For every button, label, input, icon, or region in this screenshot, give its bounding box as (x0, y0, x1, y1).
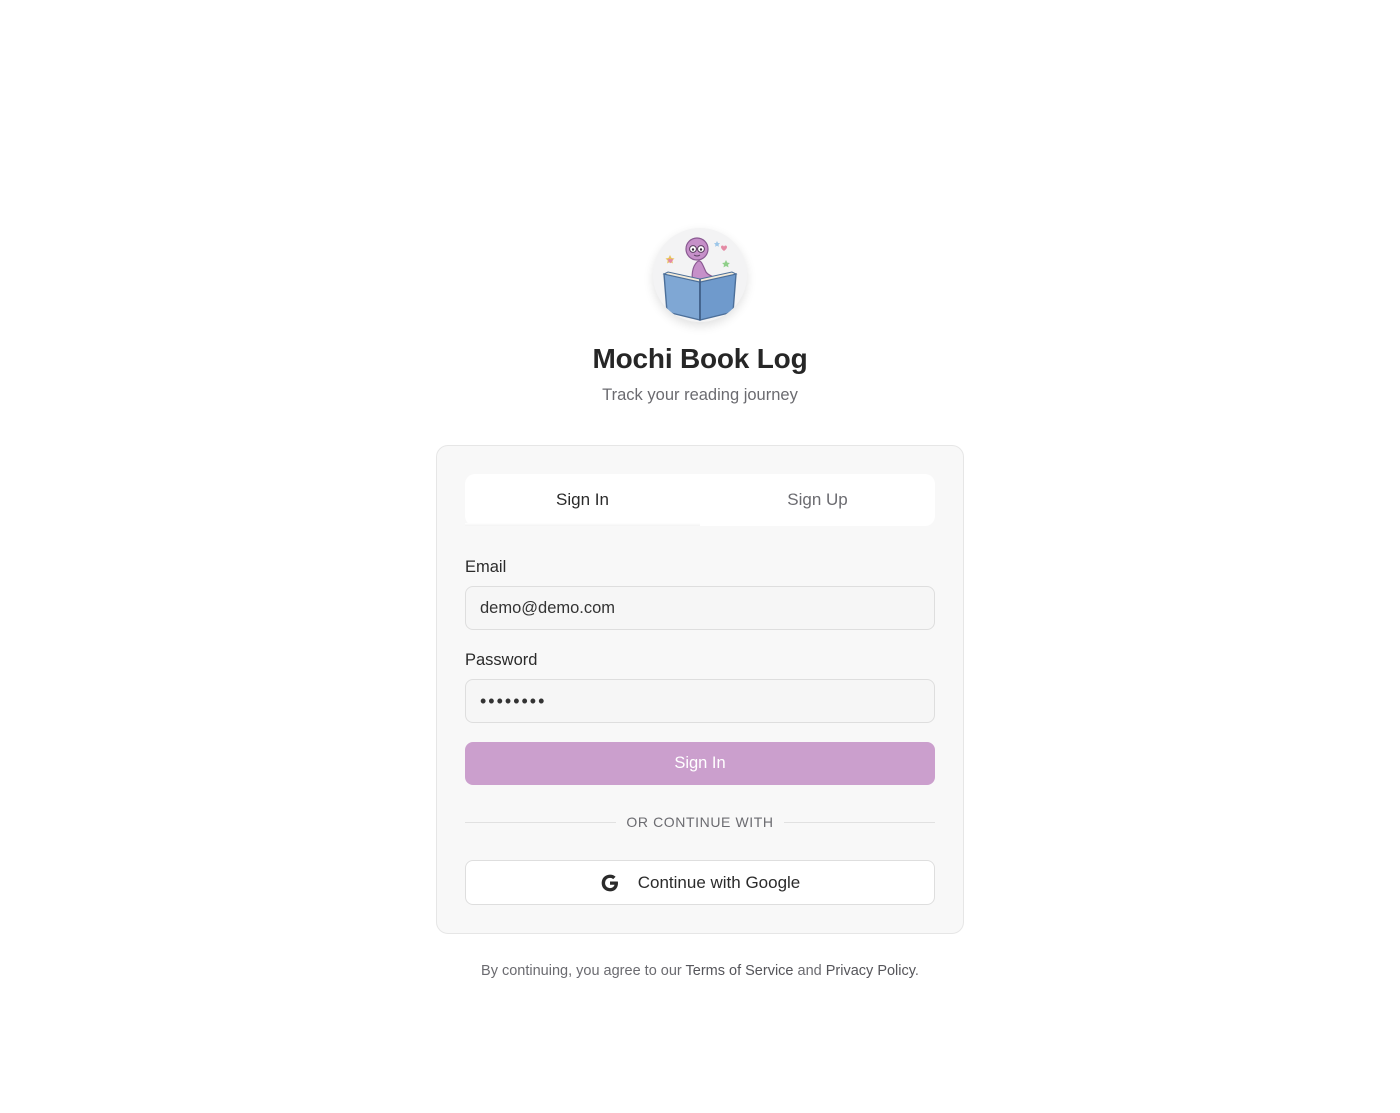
footer-suffix: . (914, 963, 919, 979)
password-field[interactable] (465, 679, 935, 723)
google-g-icon (600, 873, 620, 893)
google-button-label: Continue with Google (637, 872, 801, 892)
app-subtitle: Track your reading journey (602, 386, 798, 404)
legal-footer: By continuing, you agree to our Terms of… (0, 963, 1400, 979)
tab-sign-in[interactable]: Sign In (465, 474, 700, 526)
auth-tabs: Sign In Sign Up (465, 474, 935, 526)
bookworm-logo-icon (653, 228, 747, 322)
app-title: Mochi Book Log (592, 343, 808, 374)
divider-line-right (783, 821, 936, 823)
terms-of-service-link[interactable]: Terms of Service (686, 963, 794, 979)
login-page: Mochi Book Log Track your reading journe… (0, 0, 1400, 1113)
footer-conjunction: and (793, 963, 826, 979)
privacy-policy-link[interactable]: Privacy Policy (826, 963, 915, 979)
or-continue-divider: OR CONTINUE WITH (465, 812, 936, 832)
email-field[interactable] (465, 586, 935, 630)
sign-in-button[interactable]: Sign In (465, 742, 935, 785)
divider-line-left (465, 821, 617, 823)
divider-text: OR CONTINUE WITH (626, 814, 774, 830)
auth-card: Sign In Sign Up Email Password Sign In O… (436, 445, 964, 934)
footer-prefix: By continuing, you agree to our (481, 963, 686, 979)
email-label: Email (465, 558, 507, 576)
tab-sign-up[interactable]: Sign Up (700, 474, 935, 526)
continue-with-google-button[interactable]: Continue with Google (465, 860, 935, 905)
password-label: Password (465, 651, 538, 669)
